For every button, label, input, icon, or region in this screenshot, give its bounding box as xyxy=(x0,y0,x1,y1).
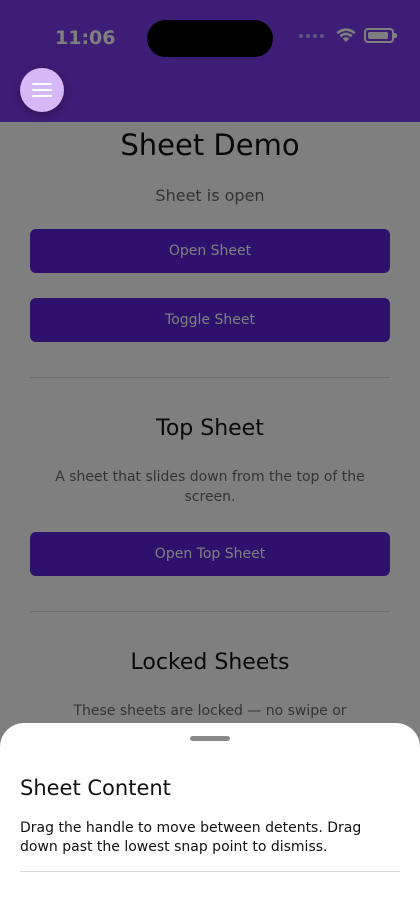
sheet-description: Drag the handle to move between detents.… xyxy=(20,820,362,855)
hamburger-menu-icon xyxy=(32,83,52,97)
sheet-divider xyxy=(20,871,400,872)
menu-button[interactable] xyxy=(20,68,64,112)
bottom-sheet: Sheet Content Drag the handle to move be… xyxy=(0,723,420,912)
sheet-title: Sheet Content xyxy=(20,776,171,800)
sheet-drag-handle[interactable] xyxy=(190,736,230,741)
